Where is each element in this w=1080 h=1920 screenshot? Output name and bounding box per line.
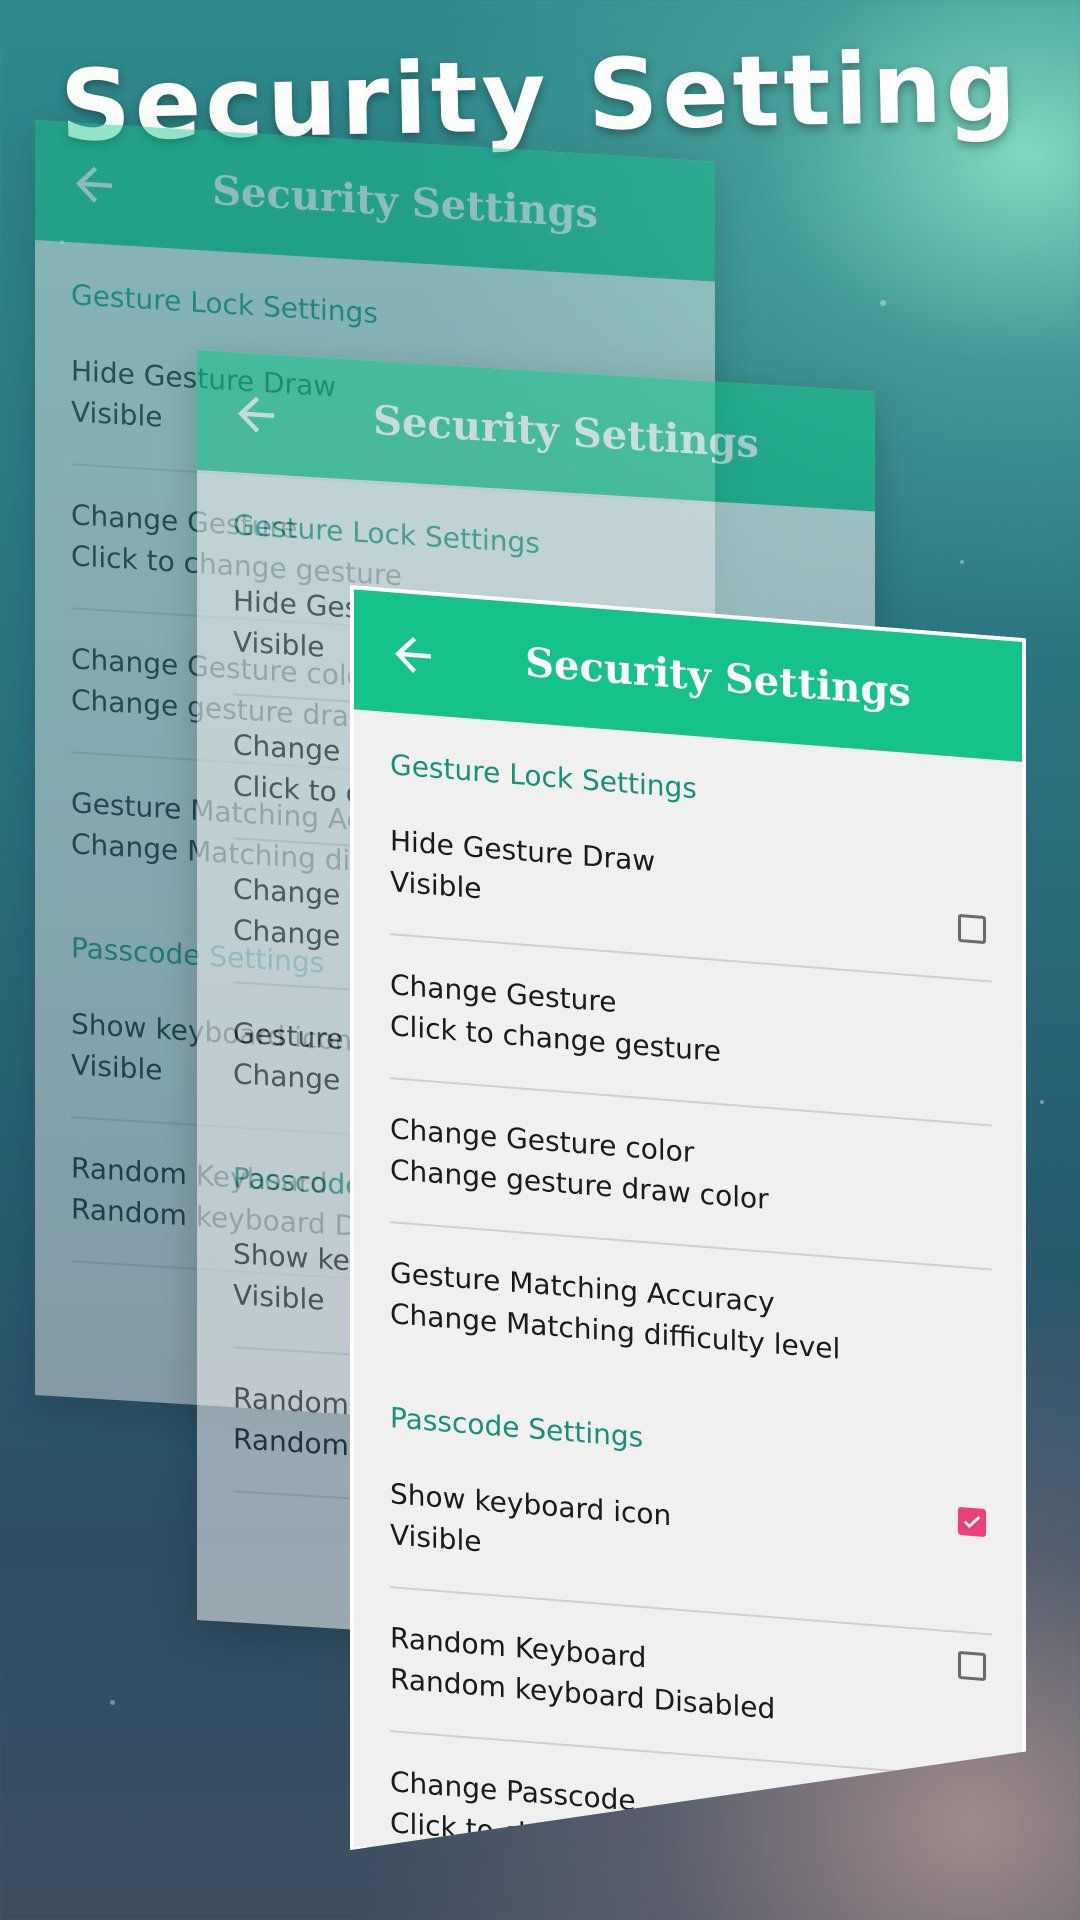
phone-panel-front: Security Settings Gesture Lock Settings … [350, 585, 1026, 1903]
checkmark-icon [961, 1510, 983, 1534]
pref-summary: Click to change passcode [390, 1806, 747, 1868]
background-speck [1040, 1100, 1044, 1104]
app-bar-title: Security Settings [212, 166, 598, 238]
app-bar-title: Security Settings [373, 396, 759, 468]
random-keyboard-checkbox[interactable] [958, 1651, 986, 1681]
app-bar-title: Security Settings [525, 638, 911, 717]
background-speck [880, 300, 886, 306]
background-speck [110, 1700, 115, 1705]
hide-gesture-draw-checkbox[interactable] [958, 914, 986, 944]
show-keyboard-icon-checkbox[interactable] [958, 1507, 986, 1537]
background-speck [960, 560, 964, 564]
